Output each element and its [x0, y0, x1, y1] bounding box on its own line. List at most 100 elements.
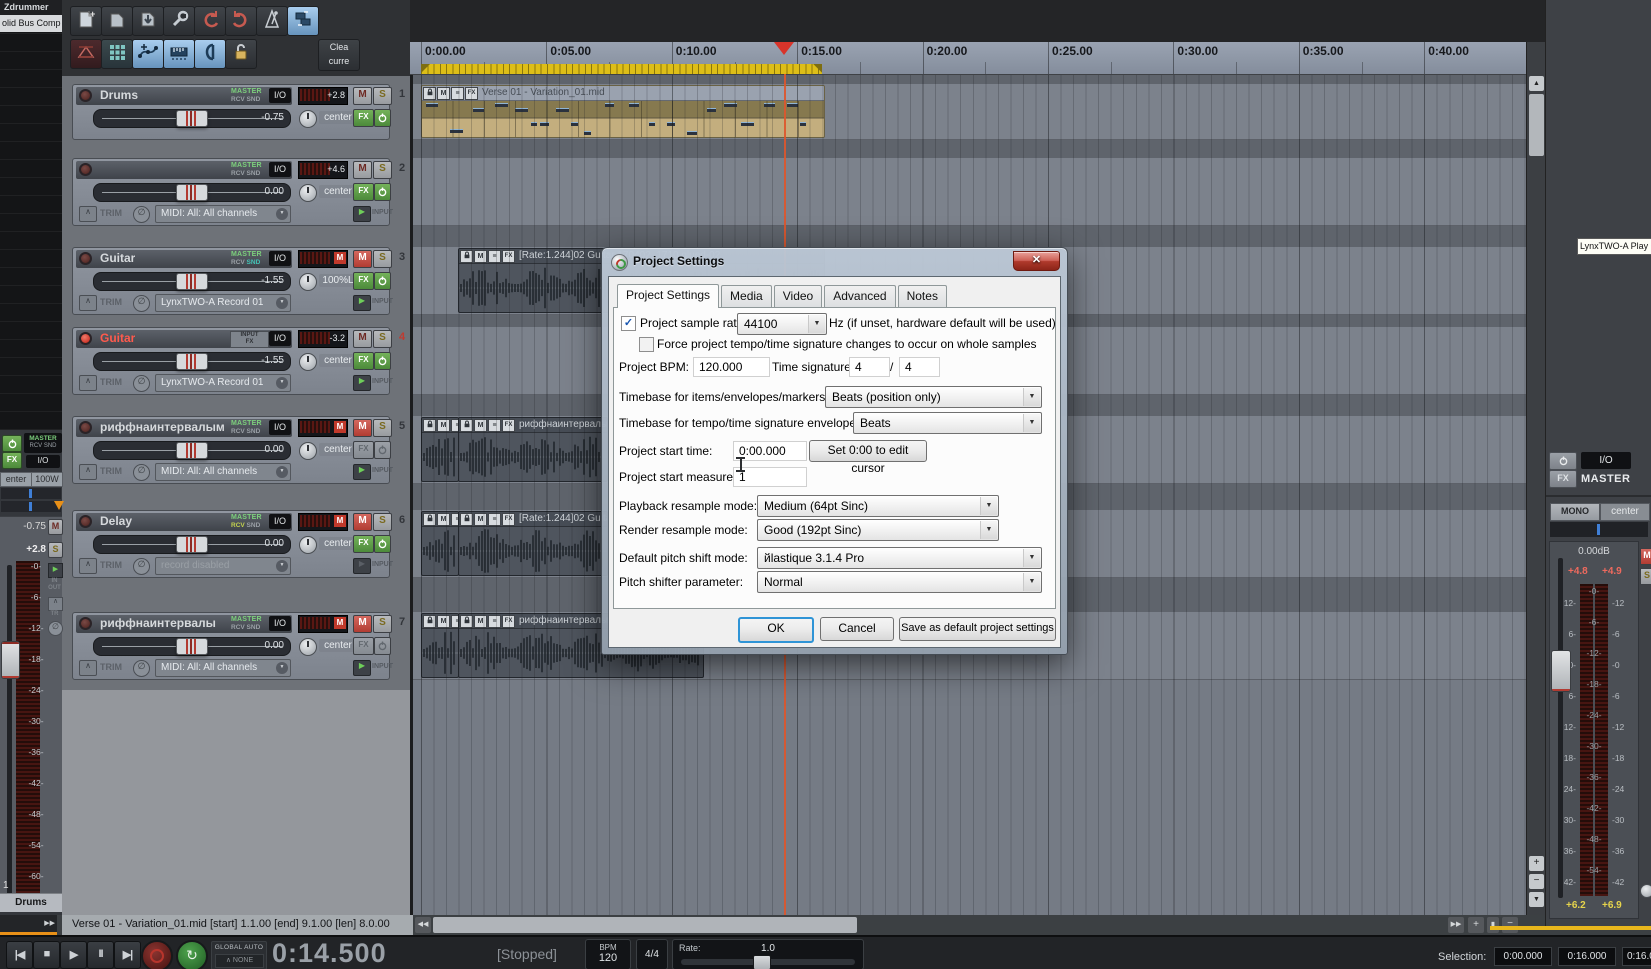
pan-value[interactable]: center — [319, 443, 357, 456]
pan-knob[interactable] — [299, 442, 317, 460]
master-volume-db[interactable]: 0.00dB — [1550, 546, 1638, 557]
io-button[interactable]: I/O — [269, 88, 291, 103]
force-whole-samples-checkbox[interactable] — [639, 337, 654, 352]
solo-button[interactable]: S — [373, 615, 392, 633]
volume-slider[interactable]: -1.55 — [93, 352, 291, 371]
track-power-button[interactable] — [374, 109, 391, 127]
scroll-down-button[interactable]: ▼ — [1529, 892, 1544, 907]
save-default-button[interactable]: Save as default project settings — [899, 617, 1056, 641]
save-project-button[interactable] — [132, 6, 164, 36]
timeline-ruler[interactable]: 0:00.00 0:05.00 0:10.00 0:15.00 0:20.00 0:25.… — [410, 42, 1526, 75]
io-button[interactable]: I/O — [269, 514, 291, 529]
mono-button[interactable]: MONO — [1550, 503, 1600, 521]
open-project-button[interactable] — [101, 6, 133, 36]
ok-button[interactable]: OK — [738, 617, 814, 643]
playback-resample-combo[interactable]: Medium (64pt Sinc) ▼ — [757, 495, 999, 517]
project-bpm-field[interactable]: 120.000 — [693, 357, 770, 377]
play-button[interactable]: ▶ — [60, 941, 87, 969]
solo-button[interactable]: S — [373, 513, 392, 531]
route-rcv-snd-tag[interactable]: RCV SND — [231, 428, 260, 435]
mute-button[interactable]: M — [353, 87, 372, 105]
vertical-scroll-thumb[interactable] — [1529, 94, 1544, 156]
master-power-button[interactable] — [1549, 452, 1577, 470]
trim-mode-button[interactable]: ∧ — [79, 558, 97, 574]
horizontal-scroll-thumb[interactable] — [433, 917, 857, 933]
track-power-button[interactable] — [374, 183, 391, 201]
fader-track[interactable] — [1558, 558, 1563, 898]
pan-knob[interactable] — [299, 110, 317, 128]
pan-knob[interactable] — [299, 638, 317, 656]
phase-button[interactable]: ∅ — [133, 375, 150, 392]
route-master-tag[interactable]: MASTER — [231, 251, 262, 258]
partial-knob[interactable] — [1640, 884, 1651, 898]
bpm-box[interactable]: BPM 120 — [585, 939, 631, 969]
pan-value[interactable]: center — [319, 354, 357, 367]
io-button[interactable]: I/O — [269, 331, 291, 346]
track-meter[interactable]: M — [298, 513, 348, 531]
phase-button[interactable]: ∅ — [48, 621, 63, 636]
input-dropdown-arrow[interactable]: ▼ — [276, 297, 288, 309]
playhead-marker[interactable] — [774, 42, 794, 55]
pan-value[interactable]: center — [319, 111, 357, 124]
record-arm-button[interactable] — [79, 163, 92, 176]
io-button[interactable]: I/O — [269, 162, 291, 177]
time-signature-denominator-field[interactable]: 4 — [899, 357, 940, 377]
record-arm-button[interactable] — [79, 252, 92, 265]
dialog-tab-video[interactable]: Video — [773, 285, 823, 307]
global-auto-box[interactable]: GLOBAL AUTO ∧ NONE — [211, 941, 267, 969]
mute-button[interactable]: M — [353, 250, 372, 268]
pan-knob[interactable] — [299, 353, 317, 371]
mute-button[interactable]: M — [353, 513, 372, 531]
master-fx-button[interactable]: FX — [1549, 470, 1577, 488]
pitch-shifter-parameter-combo[interactable]: Normal ▼ — [757, 571, 1042, 593]
mixer-track-name-tab[interactable]: Drums — [0, 893, 62, 912]
fast-forward-icon[interactable]: ▶▶ — [44, 919, 55, 927]
rate-slider-handle[interactable] — [753, 955, 771, 969]
item-header[interactable]: M≡ — [422, 614, 458, 629]
sample-rate-checkbox[interactable]: ✓ — [621, 316, 636, 331]
volume-slider-handle[interactable] — [176, 536, 208, 553]
cancel-button[interactable]: Cancel — [820, 617, 894, 641]
grid-lines-button[interactable] — [101, 39, 133, 69]
fader-handle[interactable] — [1551, 650, 1571, 692]
pan-value[interactable]: 100%L — [319, 274, 357, 287]
route-master-tag[interactable]: MASTER — [231, 420, 262, 427]
pan-cell[interactable]: enter — [0, 472, 32, 487]
audio-item[interactable]: M≡ — [421, 511, 459, 576]
pause-button[interactable]: II — [87, 941, 114, 969]
sample-rate-combo[interactable]: 44100 ▼ — [737, 313, 827, 335]
fx-chain-selected-item[interactable]: olid Bus Comp — [0, 15, 64, 33]
render-resample-combo[interactable]: Good (192pt Sinc) ▼ — [757, 519, 999, 541]
dialog-tab-advanced[interactable]: Advanced — [824, 285, 896, 307]
input-dropdown[interactable]: record disabled ▼ — [155, 557, 291, 575]
track-meter[interactable]: -3.2 — [298, 330, 348, 348]
master-io-button[interactable]: I/O — [1581, 452, 1631, 469]
track-meter[interactable]: M — [298, 615, 348, 633]
fx-button[interactable]: FX — [353, 183, 374, 201]
timebase-items-combo[interactable]: Beats (position only) ▼ — [825, 386, 1042, 408]
track-panel[interactable]: Drums MASTER RCV SND I/O +2.8 M S -0.75 center FX — [72, 84, 392, 140]
width-cell[interactable]: 100W — [31, 472, 63, 487]
dialog-close-button[interactable]: ✕ — [1013, 251, 1060, 271]
phase-button[interactable]: ∅ — [133, 206, 150, 223]
track-panel[interactable]: Delay MASTER RCV SND I/O M M S 0.00 center FX ∧ TRI… — [72, 510, 393, 578]
master-pan-slider[interactable] — [1550, 522, 1648, 537]
item-header[interactable]: M≡ — [422, 512, 458, 527]
selection-start-box[interactable]: 0:00.000 — [1494, 947, 1552, 966]
volume-slider[interactable]: 0.00 — [93, 637, 291, 656]
selection-length-box[interactable]: 0:16.000 — [1622, 947, 1651, 966]
pan-knob[interactable] — [299, 273, 317, 291]
metronome-button[interactable] — [256, 6, 288, 36]
go-to-end-button[interactable]: ▶| — [114, 941, 141, 969]
partial-mute-button[interactable]: M — [1640, 548, 1651, 565]
track-power-button[interactable] — [374, 441, 391, 459]
input-dropdown[interactable]: MIDI: All: All channels ▼ — [155, 659, 291, 677]
track-panel[interactable]: риффнаинтервалы MASTER RCV SND I/O M M S 0.00 ce… — [72, 612, 393, 680]
mute-button[interactable]: M — [353, 161, 372, 179]
track-meter[interactable]: +2.8 — [298, 87, 348, 105]
dialog-tab-notes[interactable]: Notes — [897, 285, 947, 307]
mute-button[interactable]: M — [48, 519, 63, 535]
phase-button[interactable]: ∅ — [133, 295, 150, 312]
ruler-mode-button[interactable] — [163, 39, 195, 69]
route-rcv-snd-tag[interactable]: RCV SND — [231, 96, 260, 103]
